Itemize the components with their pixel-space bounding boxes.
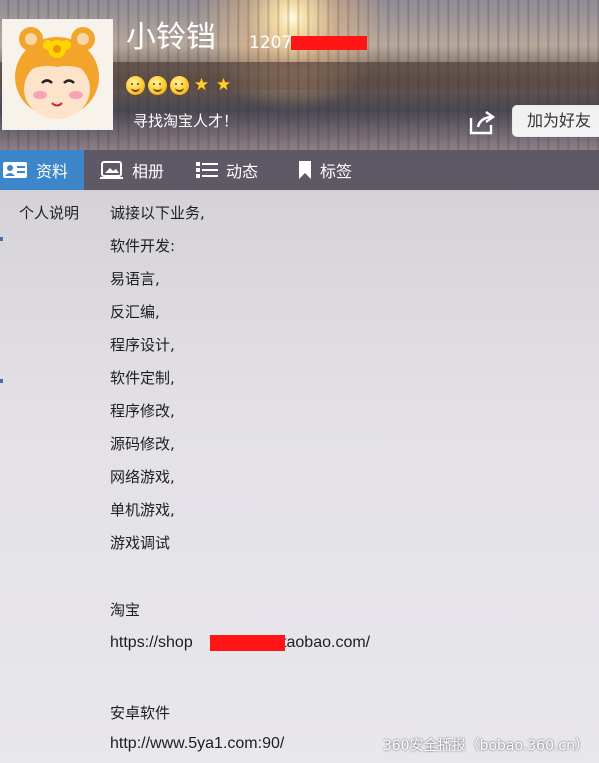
tab-feed[interactable]: 动态 <box>180 150 282 190</box>
bookmark-icon <box>298 160 312 180</box>
sun-icon <box>170 76 189 95</box>
qq-number: 1207 <box>249 33 293 53</box>
avatar-girl-icon <box>4 21 111 128</box>
edge-marker <box>0 237 3 241</box>
tab-album[interactable]: 相册 <box>84 150 180 190</box>
taobao-heading: 淘宝 <box>110 601 141 619</box>
tab-album-label: 相册 <box>132 162 165 181</box>
description-line: 反汇编, <box>110 303 160 321</box>
star-icon: ★ <box>193 75 210 95</box>
profile-header: 小铃铛 1207 ★ ★ 寻找淘宝人才！ 加为好友 <box>0 0 599 150</box>
description-line: 网络游戏, <box>110 468 175 486</box>
sun-icon <box>126 76 145 95</box>
android-heading: 安卓软件 <box>110 704 171 722</box>
tab-profile-label: 资料 <box>36 162 69 181</box>
redacted-shop-id <box>210 635 285 651</box>
photo-album-icon <box>100 160 124 180</box>
share-icon <box>469 111 496 135</box>
avatar[interactable] <box>2 19 113 130</box>
profile-card-icon <box>2 161 28 179</box>
edge-marker <box>0 379 3 383</box>
description-line: 诚接以下业务, <box>110 204 205 222</box>
add-friend-button[interactable]: 加为好友 <box>512 105 599 137</box>
tab-feed-label: 动态 <box>226 162 259 181</box>
description-line: 单机游戏, <box>110 501 175 519</box>
profile-tabs: 资料 相册 动态 标签 <box>0 150 599 190</box>
description-line: 源码修改, <box>110 435 175 453</box>
section-label-personal-description: 个人说明 <box>19 204 80 222</box>
taobao-url-prefix: https://shop <box>110 634 193 651</box>
star-icon: ★ <box>215 75 232 95</box>
share-button[interactable] <box>467 109 497 137</box>
description-line: 程序设计, <box>110 336 175 354</box>
description-line: 软件开发: <box>110 237 176 255</box>
signature: 寻找淘宝人才！ <box>133 112 239 130</box>
description-line: 软件定制, <box>110 369 175 387</box>
nickname: 小铃铛 <box>126 20 216 55</box>
watermark: 360安全播报（bobao.360.cn） <box>382 738 589 754</box>
description-line: 程序修改, <box>110 402 175 420</box>
tab-tags-label: 标签 <box>320 162 353 181</box>
list-icon <box>196 161 218 179</box>
android-software-link[interactable]: http://www.5ya1.com:90/ <box>110 735 284 753</box>
sun-icon <box>148 76 167 95</box>
redacted-qq-number <box>291 36 367 50</box>
description-line: 游戏调试 <box>110 534 171 552</box>
description-line: 易语言, <box>110 270 160 288</box>
tab-profile[interactable]: 资料 <box>0 150 84 190</box>
level-badges[interactable]: ★ ★ <box>126 76 233 95</box>
profile-content: 个人说明 诚接以下业务, 软件开发: 易语言, 反汇编, 程序设计, 软件定制,… <box>0 190 599 763</box>
tab-tags[interactable]: 标签 <box>282 150 382 190</box>
